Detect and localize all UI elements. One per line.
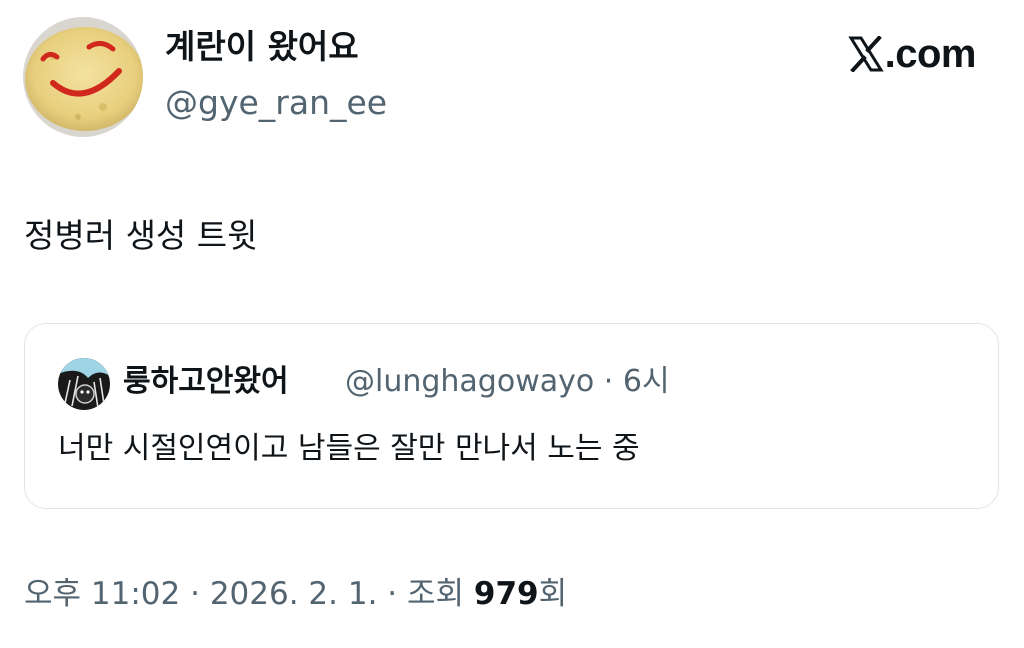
footer-separator: · (190, 576, 200, 612)
author-avatar[interactable] (23, 17, 143, 137)
author-display-name[interactable]: 계란이 왔어요 (165, 30, 359, 63)
views-suffix: 회 (538, 576, 568, 612)
quoted-tweet-text: 너만 시절인연이고 남들은 잘만 만나서 노는 중 (58, 431, 640, 466)
quoted-author-display-name[interactable]: 룽하고안왔어 (123, 367, 289, 397)
quoted-author-avatar[interactable] (58, 358, 110, 410)
tweet-date[interactable]: 2026. 2. 1. (210, 576, 378, 612)
meta-separator: · (603, 364, 614, 399)
brand-domain-suffix: .com (884, 32, 977, 76)
footer-separator: · (387, 576, 398, 612)
quoted-tweet-card[interactable]: 룽하고안왔어 @lunghagowayo · 6시 너만 시절인연이고 남들은 … (24, 323, 999, 509)
author-handle[interactable]: @gye_ran_ee (165, 86, 387, 119)
omelette-avatar-icon (23, 17, 143, 137)
x-logo-icon (847, 36, 884, 72)
quoted-author-handle[interactable]: @lunghagowayo (345, 364, 594, 399)
tweet-metadata: 오후 11:02 · 2026. 2. 1. · 조회 979회 (24, 579, 567, 610)
views-count[interactable]: 979 (474, 576, 539, 612)
quoted-tweet-time[interactable]: 6시 (623, 364, 670, 399)
tweet-time[interactable]: 오후 11:02 (24, 576, 180, 612)
tweet-text: 정병러 생성 트윗 (24, 216, 258, 255)
quoted-tweet-meta: @lunghagowayo · 6시 (345, 367, 670, 397)
views-label: 조회 (407, 576, 465, 612)
x-com-brand[interactable]: .com (847, 32, 977, 76)
dark-sketch-avatar-icon (58, 358, 110, 410)
